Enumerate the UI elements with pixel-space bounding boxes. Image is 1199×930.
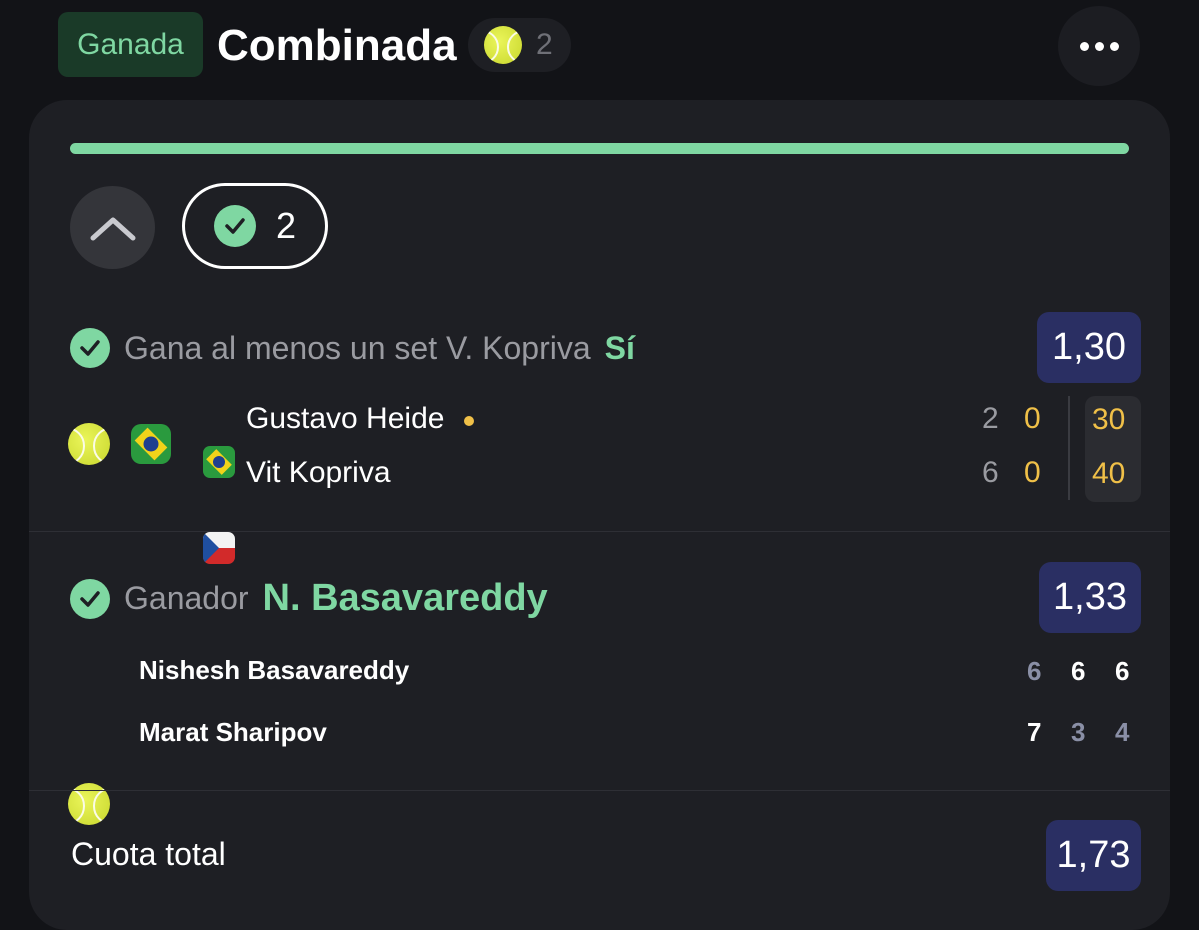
brazil-flag-icon: [203, 446, 235, 478]
page-title: Combinada: [217, 21, 457, 70]
brazil-flag-icon: [131, 424, 171, 464]
section-divider: [29, 531, 1170, 532]
tennis-ball-icon: [484, 26, 522, 64]
player-name: Gustavo Heide: [246, 402, 445, 435]
more-dots-icon: [1079, 41, 1089, 51]
tennis-ball-icon: [68, 423, 110, 465]
more-dot: [1109, 41, 1119, 51]
won-count: 2: [275, 205, 297, 246]
check-circle-icon: [213, 205, 256, 247]
section-divider: [29, 790, 1170, 791]
set-score: 6: [982, 456, 999, 489]
collapse-button[interactable]: [70, 186, 155, 269]
odds-badge: 1,33: [1039, 562, 1141, 633]
check-circle-icon: [70, 578, 110, 619]
set-score: 6: [1071, 656, 1086, 686]
total-odds-label: Cuota total: [71, 836, 226, 872]
set-score: 6: [1027, 656, 1042, 686]
more-dot: [1094, 41, 1104, 51]
score-divider: [1068, 396, 1070, 500]
czech-flag-icon: [203, 532, 235, 564]
selection-2: Ganador N. Basavareddy: [70, 577, 548, 620]
check-circle-icon: [70, 328, 110, 368]
player-name: Marat Sharipov: [139, 717, 327, 747]
odds-badge: 1,30: [1037, 312, 1141, 383]
selection-market: Gana al menos un set V. Kopriva: [124, 329, 591, 366]
game-points: 30: [1092, 403, 1126, 436]
set-score: 3: [1071, 717, 1086, 747]
selection-market: Ganador: [124, 580, 249, 616]
more-options-button[interactable]: [1058, 6, 1140, 86]
game-points: 40: [1092, 457, 1126, 490]
player-name: Vit Kopriva: [246, 456, 391, 489]
set-score: 0: [1024, 456, 1041, 489]
selection-pick: N. Basavareddy: [262, 577, 548, 619]
set-score: 6: [1115, 656, 1130, 686]
set-score: 2: [982, 402, 999, 435]
selection-1: Gana al menos un set V. Kopriva Sí: [70, 328, 635, 368]
won-selections-pill[interactable]: 2: [182, 183, 328, 269]
sport-count-pill: 2: [468, 18, 571, 72]
serving-indicator-icon: [464, 416, 474, 426]
progress-bar: [70, 143, 1129, 154]
chevron-up-icon: [90, 217, 135, 240]
selection-pick: Sí: [604, 329, 635, 366]
status-badge: Ganada: [58, 12, 203, 77]
set-score: 7: [1027, 717, 1042, 747]
sport-count: 2: [536, 28, 553, 61]
set-score: 0: [1024, 402, 1041, 435]
set-score: 4: [1115, 717, 1130, 747]
total-odds-badge: 1,73: [1046, 820, 1141, 891]
player-name: Nishesh Basavareddy: [139, 655, 410, 685]
